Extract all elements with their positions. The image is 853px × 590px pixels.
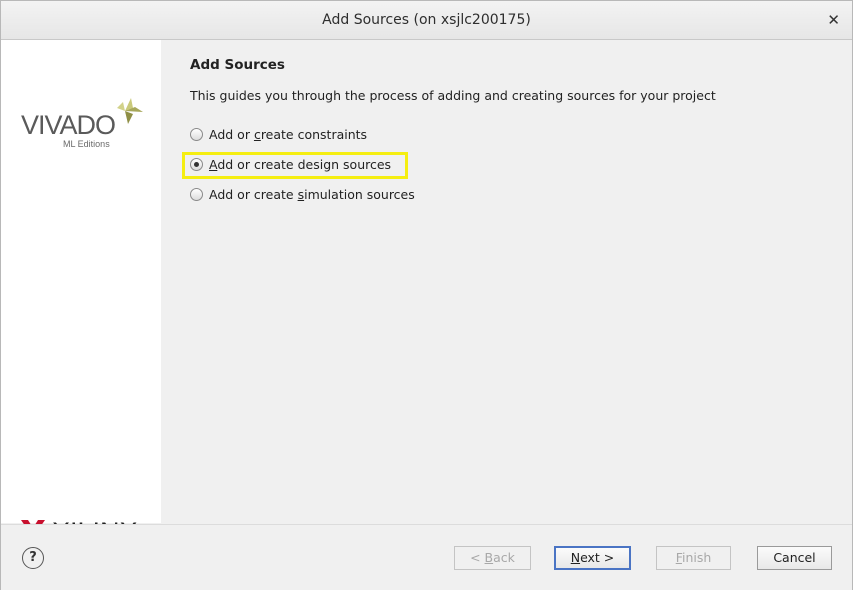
- next-button[interactable]: Next >: [554, 546, 631, 570]
- add-sources-dialog: Add Sources (on xsjlc200175) ✕ VIVADO ML…: [0, 0, 853, 590]
- vivado-logo-text: VIVADO: [21, 110, 116, 140]
- radio-button-selected[interactable]: [190, 158, 203, 171]
- dialog-footer: ? < Back Next > Finish Cancel: [1, 524, 852, 590]
- window-title: Add Sources (on xsjlc200175): [322, 12, 531, 28]
- close-icon[interactable]: ✕: [827, 11, 840, 29]
- page-description: This guides you through the process of a…: [190, 88, 716, 103]
- radio-label: Add or create simulation sources: [209, 187, 415, 202]
- radio-constraints[interactable]: Add or create constraints: [190, 127, 367, 142]
- back-button[interactable]: < Back: [454, 546, 531, 570]
- main-content: Add Sources This guides you through the …: [162, 40, 852, 523]
- title-bar: Add Sources (on xsjlc200175) ✕: [1, 1, 852, 40]
- radio-button[interactable]: [190, 128, 203, 141]
- vivado-logo: VIVADO ML Editions: [21, 98, 143, 149]
- finish-button[interactable]: Finish: [656, 546, 731, 570]
- vivado-edition-text: ML Editions: [63, 139, 110, 149]
- radio-design-sources[interactable]: Add or create design sources: [190, 157, 391, 172]
- radio-label: Add or create constraints: [209, 127, 368, 142]
- help-icon[interactable]: ?: [22, 547, 44, 569]
- page-heading: Add Sources: [190, 57, 285, 73]
- vivado-leaf-icon: [117, 98, 143, 124]
- radio-button[interactable]: [190, 188, 203, 201]
- branding-panel: VIVADO ML Editions XILINX.: [1, 40, 161, 547]
- radio-label: Add or create design sources: [209, 157, 392, 172]
- cancel-button[interactable]: Cancel: [757, 546, 832, 570]
- radio-simulation-sources[interactable]: Add or create simulation sources: [190, 187, 415, 202]
